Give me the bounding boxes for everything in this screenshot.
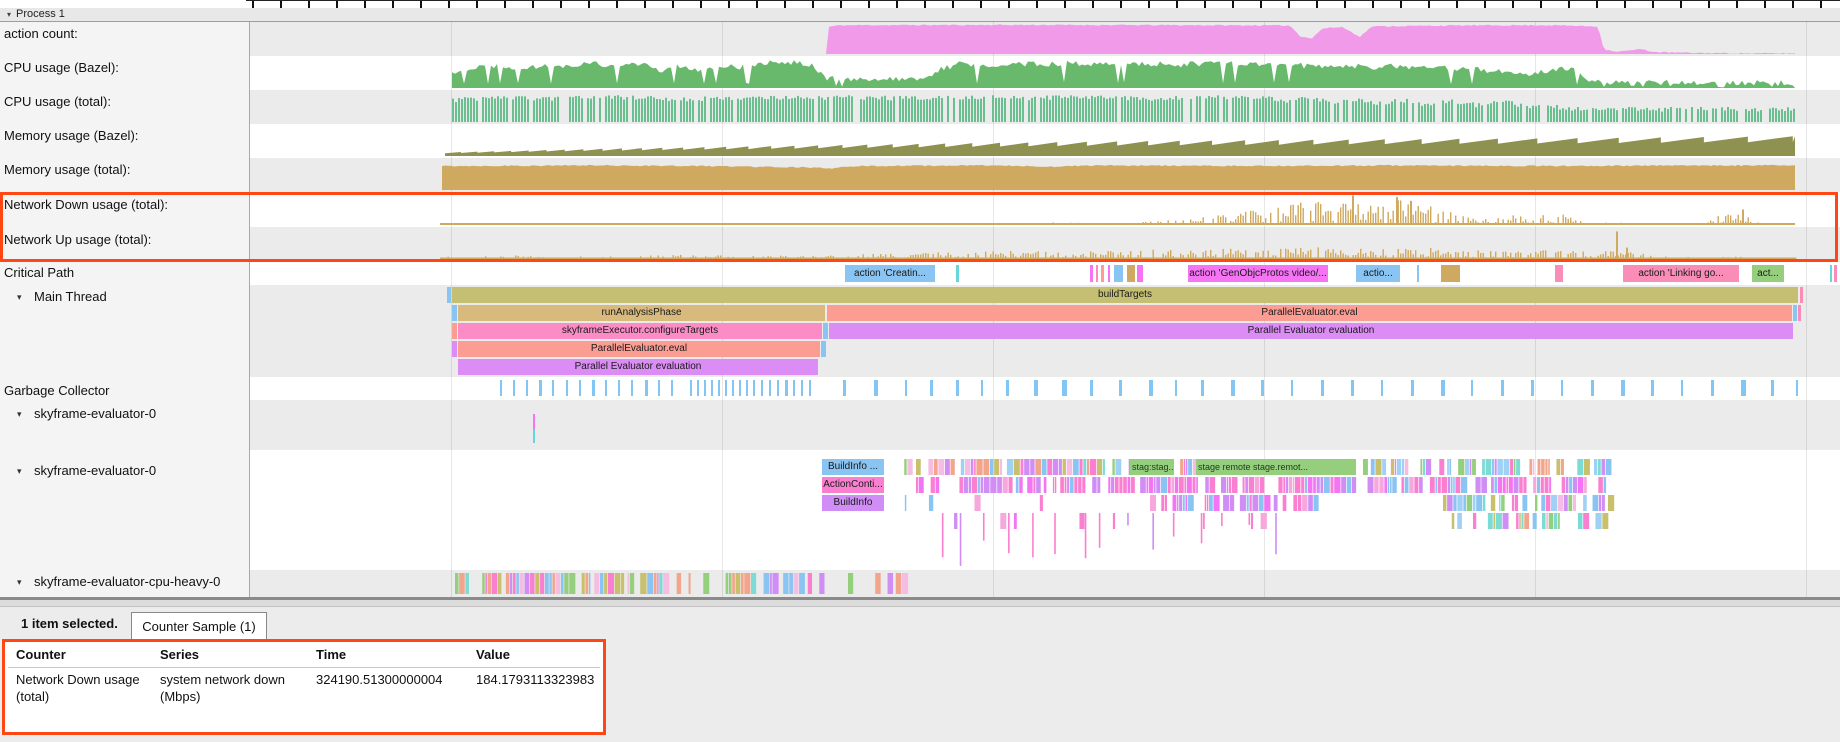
critical-path-slice[interactable]: action 'Creatin...: [845, 265, 935, 282]
flame-slice[interactable]: buildTargets: [452, 287, 1798, 303]
critical-path-slice[interactable]: [1830, 265, 1832, 282]
track-label-mem-total: Memory usage (total):: [4, 162, 130, 178]
trace-viewer-window: ▾Process 1 action 'Creatin...action 'Gen…: [0, 0, 1840, 742]
skyframe1-expander-icon[interactable]: ▾: [17, 406, 22, 422]
critical-path-slice[interactable]: [1108, 265, 1110, 282]
main-thread-expander-icon[interactable]: ▾: [17, 289, 22, 305]
critical-path-slice[interactable]: [1090, 265, 1093, 282]
flame-slice[interactable]: Parallel Evaluator evaluation: [458, 359, 818, 375]
track-label-main-thread[interactable]: Main Thread: [34, 289, 107, 305]
tab-counter-sample[interactable]: Counter Sample (1): [131, 612, 267, 641]
flame-slice[interactable]: Parallel Evaluator evaluation: [829, 323, 1793, 339]
track-label-skyframe-evaluator-2[interactable]: skyframe-evaluator-0: [34, 463, 156, 479]
critical-path-slice[interactable]: [956, 265, 959, 282]
flame-slice[interactable]: [823, 323, 828, 339]
critical-path-slice[interactable]: [1555, 265, 1563, 282]
critical-path-slice[interactable]: action 'Linking go...: [1623, 265, 1739, 282]
selection-status: 1 item selected.: [21, 607, 118, 641]
track-label-skyframe-evaluator-1[interactable]: skyframe-evaluator-0: [34, 406, 156, 422]
flame-slice[interactable]: [1800, 287, 1803, 303]
flame-slice[interactable]: ParallelEvaluator.eval: [458, 341, 820, 357]
track-label-cpu-total: CPU usage (total):: [4, 94, 111, 110]
flame-slice[interactable]: [1798, 305, 1801, 321]
flame-slice[interactable]: [447, 287, 451, 303]
flame-slice[interactable]: [452, 341, 457, 357]
critical-path-slice[interactable]: actio...: [1356, 265, 1400, 282]
critical-path-slice[interactable]: act...: [1752, 265, 1784, 282]
network-tracks-highlight-box: [0, 192, 1838, 262]
critical-path-slice[interactable]: [1101, 265, 1104, 282]
critical-path-slice[interactable]: [1114, 265, 1123, 282]
panel-splitter[interactable]: [0, 597, 1840, 607]
flame-slice[interactable]: [1793, 305, 1797, 321]
flame-slice[interactable]: skyframeExecutor.configureTargets: [458, 323, 822, 339]
track-label-gc: Garbage Collector: [4, 383, 110, 399]
track-label-column: action count: CPU usage (Bazel): CPU usa…: [0, 22, 250, 597]
skyframe-merged-slices[interactable]: stag:stag...: [1130, 459, 1174, 475]
track-label-critical-path: Critical Path: [4, 265, 74, 281]
skyframe-merged-slices[interactable]: stage remote stage.remot...: [1196, 459, 1356, 475]
critical-path-slice[interactable]: [1127, 265, 1135, 282]
flame-slice[interactable]: ParallelEvaluator.eval: [827, 305, 1792, 321]
trace-slices-layer: action 'Creatin... action 'GenObjcProtos …: [0, 0, 1840, 597]
flame-slice[interactable]: [821, 341, 826, 357]
critical-path-slice[interactable]: [1834, 265, 1837, 282]
critical-path-slice[interactable]: action 'GenObjcProtos video/...: [1188, 265, 1328, 282]
track-label-cpu-heavy[interactable]: skyframe-evaluator-cpu-heavy-0: [34, 574, 220, 590]
skyframe-slice[interactable]: BuildInfo ...: [822, 459, 884, 475]
skyframe-slice[interactable]: BuildInfo: [822, 495, 884, 511]
counter-table-highlight-box: [2, 639, 606, 735]
critical-path-slice[interactable]: [1096, 265, 1098, 282]
critical-path-slice[interactable]: [1137, 265, 1143, 282]
cpu-heavy-expander-icon[interactable]: ▾: [17, 574, 22, 590]
flame-slice[interactable]: runAnalysisPhase: [458, 305, 825, 321]
skyframe-slice[interactable]: ActionConti...: [822, 477, 884, 493]
flame-slice[interactable]: [452, 323, 457, 339]
flame-slice[interactable]: [452, 305, 457, 321]
critical-path-slice[interactable]: [1441, 265, 1460, 282]
critical-path-slice[interactable]: [1417, 265, 1419, 282]
track-label-cpu-bazel: CPU usage (Bazel):: [4, 60, 119, 76]
track-label-action-count: action count:: [4, 26, 78, 42]
skyframe2-expander-icon[interactable]: ▾: [17, 463, 22, 479]
track-label-mem-bazel: Memory usage (Bazel):: [4, 128, 138, 144]
